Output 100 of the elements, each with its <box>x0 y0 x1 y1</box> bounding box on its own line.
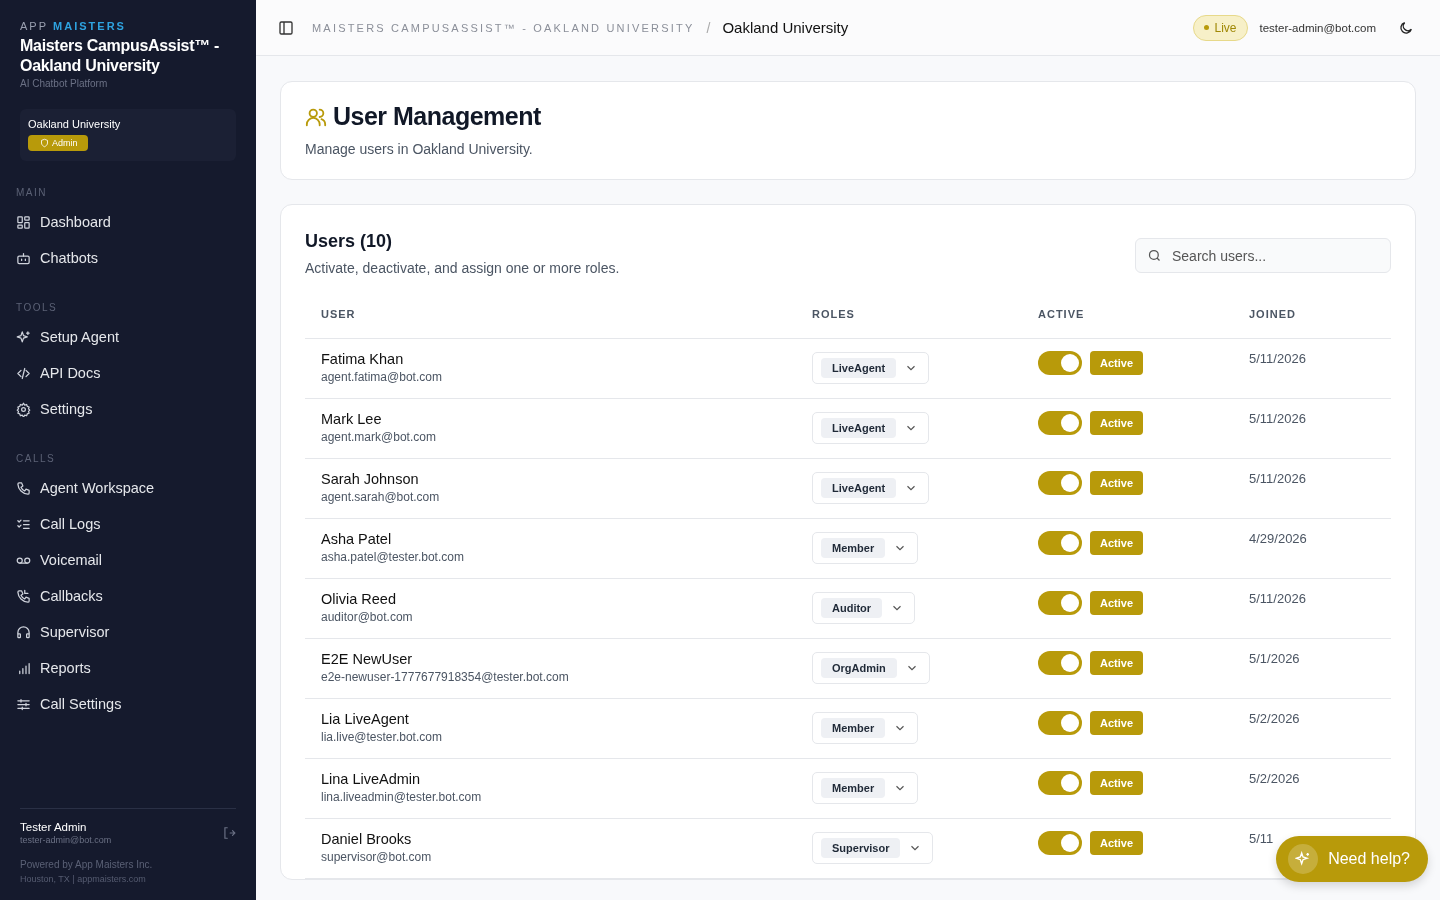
active-toggle[interactable] <box>1038 651 1082 675</box>
status-badge: Active <box>1090 531 1144 555</box>
code-icon <box>16 365 31 381</box>
user-email: lia.live@tester.bot.com <box>321 730 443 744</box>
joined-date: 4/29/2026 <box>1249 531 1308 546</box>
role-select[interactable]: OrgAdmin <box>812 652 930 684</box>
active-toggle[interactable] <box>1038 591 1082 615</box>
user-name: Olivia Reed <box>321 591 397 607</box>
page-subtitle: Manage users in Oakland University. <box>305 141 534 157</box>
column-header: ROLES <box>812 308 856 320</box>
phone-icon <box>16 480 31 496</box>
moon-icon[interactable] <box>1398 19 1414 36</box>
brand-prefix: APP <box>20 20 48 32</box>
joined-date: 5/1/2026 <box>1249 651 1301 666</box>
gear-icon <box>16 401 31 417</box>
nav-item[interactable]: Setup Agent <box>16 319 236 355</box>
joined-date: 5/11/2026 <box>1249 411 1307 426</box>
nav-item[interactable]: Voicemail <box>16 542 236 578</box>
nav-item[interactable]: Callbacks <box>16 578 236 614</box>
user-name: Sarah Johnson <box>321 471 420 487</box>
breadcrumb-current: Oakland University <box>722 19 849 36</box>
nav-item[interactable]: Settings <box>16 391 236 427</box>
status-badge: Active <box>1090 831 1144 855</box>
active-toggle[interactable] <box>1038 831 1082 855</box>
active-toggle[interactable] <box>1038 471 1082 495</box>
user-email: tester-admin@bot.com <box>20 835 112 845</box>
sidebar-toggle-icon[interactable] <box>278 19 294 36</box>
nav-item[interactable]: Call Logs <box>16 506 236 542</box>
user-email: e2e-newuser-1777677918354@tester.bot.com <box>321 670 570 684</box>
active-toggle[interactable] <box>1038 771 1082 795</box>
role-select[interactable]: Supervisor <box>812 832 934 864</box>
user-name: Fatima Khan <box>321 351 405 367</box>
status-badge: Active <box>1090 651 1144 675</box>
search-field[interactable]: Search users... <box>1135 238 1391 273</box>
sliders-icon <box>16 696 31 712</box>
nav-item[interactable]: API Docs <box>16 355 236 391</box>
user-name: Asha Patel <box>321 531 393 547</box>
nav-item[interactable]: Call Settings <box>16 686 236 722</box>
user-email: asha.patel@tester.bot.com <box>321 550 465 564</box>
role-select[interactable]: Member <box>812 712 919 744</box>
role-select[interactable]: LiveAgent <box>812 352 930 384</box>
active-toggle[interactable] <box>1038 531 1082 555</box>
status-badge: Active <box>1090 411 1144 435</box>
user-name: Lia LiveAgent <box>321 711 410 727</box>
header-email: tester-admin@bot.com <box>1259 21 1376 34</box>
nav-item[interactable]: Supervisor <box>16 614 236 650</box>
nav-item[interactable]: Agent Workspace <box>16 470 236 506</box>
user-email: agent.mark@bot.com <box>321 430 437 444</box>
section-heading: MAIN <box>16 187 48 198</box>
section-heading: CALLS <box>16 453 57 464</box>
joined-date: 5/11/2026 <box>1249 351 1307 366</box>
user-name: E2E NewUser <box>321 651 414 667</box>
user-email: lina.liveadmin@tester.bot.com <box>321 790 483 804</box>
role-select[interactable]: Auditor <box>812 592 916 624</box>
shield-icon <box>40 138 49 148</box>
section-heading: TOOLS <box>16 302 59 313</box>
nav-item[interactable]: Dashboard <box>16 204 236 240</box>
card-title: Users (10) <box>305 231 394 252</box>
brand-name: MAISTERS <box>53 20 126 32</box>
chart-icon <box>16 660 31 676</box>
joined-date: 5/11/2026 <box>1249 591 1307 606</box>
active-toggle[interactable] <box>1038 411 1082 435</box>
footer-text: Powered by App Maisters Inc. <box>20 859 154 870</box>
active-toggle[interactable] <box>1038 711 1082 735</box>
page-title: User Management <box>333 102 541 131</box>
status-badge: Active <box>1090 351 1144 375</box>
joined-date: 5/11/2026 <box>1249 471 1307 486</box>
role-select[interactable]: Member <box>812 772 919 804</box>
role-select[interactable]: Member <box>812 532 919 564</box>
joined-date: 5/2/2026 <box>1249 711 1301 726</box>
column-header: USER <box>321 308 357 320</box>
role-select[interactable]: LiveAgent <box>812 412 930 444</box>
status-badge: Active <box>1090 591 1144 615</box>
nav-item[interactable]: Chatbots <box>16 240 236 276</box>
user-name: Lina LiveAdmin <box>321 771 422 787</box>
active-toggle[interactable] <box>1038 351 1082 375</box>
callback-icon <box>16 588 31 604</box>
grid-icon <box>16 214 31 230</box>
user-email: agent.fatima@bot.com <box>321 370 443 384</box>
logout-icon[interactable] <box>222 826 236 840</box>
status-badge: Active <box>1090 471 1144 495</box>
app-title: Maisters CampusAssist™ - Oakland University <box>20 36 221 76</box>
headset-icon <box>16 624 31 640</box>
breadcrumb-separator: / <box>706 19 711 36</box>
footer-text: Houston, TX | appmaisters.com <box>20 874 147 884</box>
column-header: ACTIVE <box>1038 308 1086 320</box>
nav-item[interactable]: Reports <box>16 650 236 686</box>
role-select[interactable]: LiveAgent <box>812 472 930 504</box>
sparkle-icon <box>16 329 31 345</box>
user-name: Tester Admin <box>20 821 88 833</box>
app-subtitle: AI Chatbot Platform <box>20 78 109 89</box>
user-email: auditor@bot.com <box>321 610 414 624</box>
user-name: Mark Lee <box>321 411 383 427</box>
joined-date: 5/11 <box>1249 831 1275 846</box>
joined-date: 5/2/2026 <box>1249 771 1301 786</box>
role-label: Admin <box>52 138 78 148</box>
column-header: JOINED <box>1249 308 1297 320</box>
user-email: agent.sarah@bot.com <box>321 490 441 504</box>
live-badge: Live <box>1193 14 1248 41</box>
status-badge: Active <box>1090 711 1144 735</box>
